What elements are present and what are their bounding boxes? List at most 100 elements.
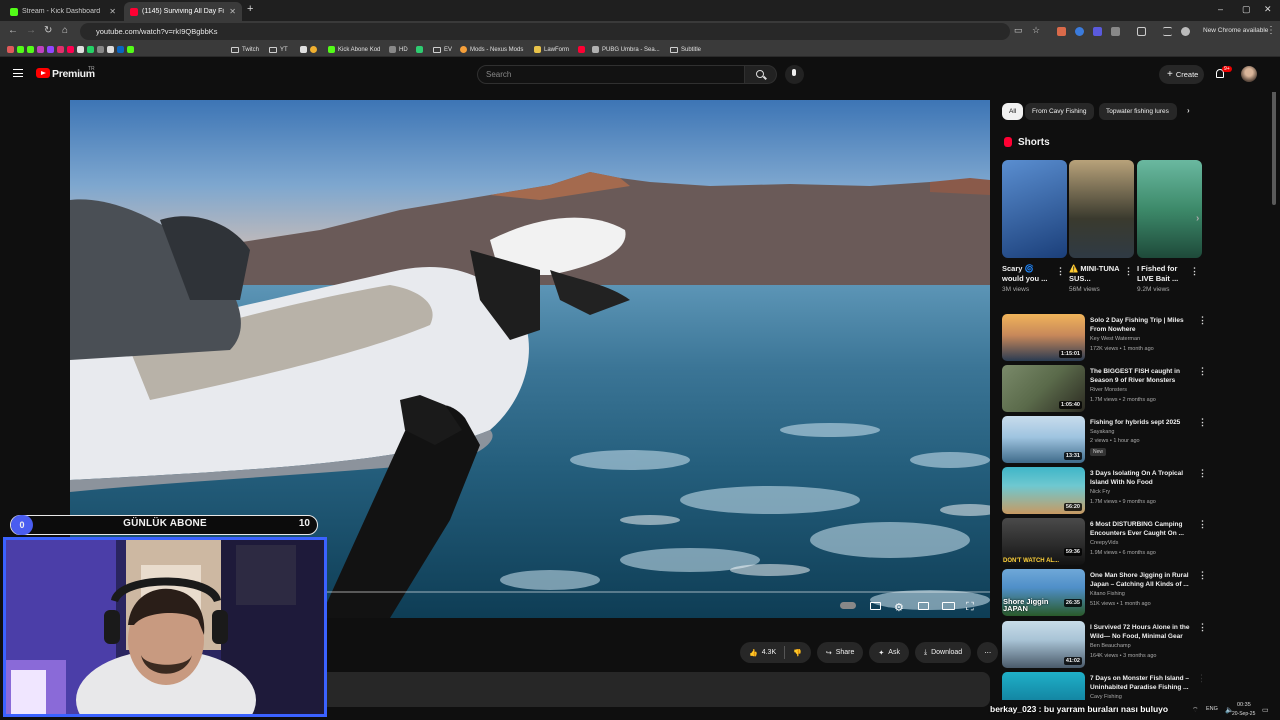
maximize-button[interactable]: ▢ — [1242, 4, 1251, 15]
channel-name[interactable]: Key West Waterman — [1090, 336, 1140, 342]
channel-name[interactable]: Sayakang — [1090, 429, 1114, 435]
video-title[interactable]: Fishing for hybrids sept 2025 — [1090, 418, 1195, 427]
chevron-right-icon[interactable]: › — [1187, 106, 1190, 115]
chrome-menu-icon[interactable]: ⋮ — [1266, 25, 1276, 36]
more-vertical-icon[interactable]: ⋮ — [1124, 266, 1133, 277]
more-vertical-icon[interactable]: ⋮ — [1198, 468, 1207, 479]
more-vertical-icon[interactable]: ⋮ — [1056, 266, 1065, 277]
video-thumbnail[interactable] — [1002, 672, 1085, 700]
wifi-icon[interactable]: ⌔ — [1192, 706, 1199, 715]
video-thumbnail[interactable]: Shore Jiggin JAPAN 26:35 — [1002, 569, 1085, 616]
more-vertical-icon[interactable]: ⋮ — [1198, 570, 1207, 581]
recommendation-item[interactable]: 7 Days on Monster Fish Island – Uninhabi… — [1002, 672, 1202, 700]
address-bar[interactable]: youtube.com/watch?v=rkI9QBgbbKs — [80, 23, 1010, 40]
video-thumbnail[interactable]: 13:31 — [1002, 416, 1085, 463]
chip-topwater-fishing-lures[interactable]: Topwater fishing lures — [1099, 103, 1177, 120]
more-vertical-icon[interactable]: ⋮ — [1190, 266, 1199, 277]
subtitles-icon[interactable] — [870, 602, 881, 610]
like-dislike-button[interactable]: 👍 4.3K 👎 — [740, 642, 811, 663]
bookmark-pubg-umbra[interactable]: PUBG Umbra - Sea... — [592, 44, 660, 55]
create-button[interactable]: + Create — [1159, 65, 1204, 84]
bookmark-lawform[interactable]: LawForm — [534, 44, 569, 55]
youtube-logo-icon[interactable] — [36, 68, 50, 78]
notification-center-icon[interactable]: ▭ — [1262, 706, 1269, 714]
search-button[interactable] — [745, 65, 777, 84]
settings-gear-icon[interactable]: ⚙ — [894, 601, 904, 614]
video-title[interactable]: 6 Most DISTURBING Camping Encounters Eve… — [1090, 520, 1195, 538]
short-title[interactable]: Scary 🌀 would you ... — [1002, 264, 1057, 285]
short-title[interactable]: ⚠️ MINI-TUNA SUS... — [1069, 264, 1124, 285]
theater-mode-icon[interactable] — [942, 602, 955, 610]
home-icon[interactable]: ⌂ — [62, 25, 68, 36]
profile-icon[interactable] — [1181, 27, 1190, 36]
voice-search-mic-icon[interactable] — [785, 65, 804, 84]
channel-name[interactable]: Ben Beauchamp — [1090, 643, 1131, 649]
bookmark-youtube[interactable] — [578, 44, 585, 55]
new-tab-button[interactable]: + — [247, 3, 253, 15]
short-thumbnail[interactable] — [1137, 160, 1202, 258]
more-vertical-icon[interactable]: ⋮ — [1198, 673, 1202, 684]
channel-name[interactable]: River Monsters — [1090, 387, 1127, 393]
more-actions-button[interactable]: ⋯ — [977, 642, 999, 663]
recommendation-item[interactable]: Shore Jiggin JAPAN 26:35 One Man Shore J… — [1002, 569, 1207, 616]
bookmark-twitch[interactable]: Twitch — [231, 44, 259, 55]
bookmark-subtitle[interactable]: Subtitle — [670, 44, 701, 55]
miniplayer-icon[interactable] — [918, 602, 929, 610]
extension-icon[interactable] — [1057, 27, 1066, 36]
channel-name[interactable]: Cavy Fishing — [1090, 694, 1122, 700]
video-thumbnail[interactable]: DON'T WATCH AL... 59:36 — [1002, 518, 1085, 565]
video-thumbnail[interactable]: 1:05:40 — [1002, 365, 1085, 412]
video-title[interactable]: 3 Days Isolating On A Tropical Island Wi… — [1090, 469, 1195, 487]
video-thumbnail[interactable]: 1:15:01 — [1002, 314, 1085, 361]
more-vertical-icon[interactable]: ⋮ — [1198, 366, 1207, 377]
recommendation-item[interactable]: 56:20 3 Days Isolating On A Tropical Isl… — [1002, 467, 1207, 514]
more-vertical-icon[interactable]: ⋮ — [1198, 417, 1207, 428]
extension-icon[interactable] — [1093, 27, 1102, 36]
thumbs-down-icon[interactable]: 👎 — [793, 649, 802, 657]
close-tab-icon[interactable]: ✕ — [229, 7, 236, 16]
bookmark-hd[interactable]: HD — [389, 44, 408, 55]
bookmark-kick-abone-kod[interactable]: Kick Abone Kod — [328, 44, 380, 55]
back-arrow-icon[interactable]: ← — [8, 25, 18, 36]
forward-arrow-icon[interactable]: → — [26, 25, 36, 36]
search-input[interactable]: Search — [477, 65, 745, 84]
extensions-puzzle-icon[interactable] — [1111, 27, 1120, 36]
side-panel-icon[interactable] — [1137, 27, 1146, 36]
bookmark-nexus-mods[interactable]: Mods - Nexus Mods — [460, 44, 523, 55]
bookmark-yt[interactable]: YT — [269, 44, 288, 55]
fullscreen-icon[interactable]: ⛶ — [966, 601, 974, 614]
channel-name[interactable]: Nick Fry — [1090, 489, 1110, 495]
video-thumbnail[interactable]: 41:02 — [1002, 621, 1085, 668]
hamburger-menu-icon[interactable] — [13, 69, 23, 77]
video-title[interactable]: 7 Days on Monster Fish Island – Uninhabi… — [1090, 674, 1195, 692]
download-button[interactable]: ⤓ Download — [914, 642, 972, 663]
more-vertical-icon[interactable]: ⋮ — [1198, 622, 1207, 633]
short-thumbnail[interactable] — [1002, 160, 1067, 258]
channel-name[interactable]: CreepyVids — [1090, 540, 1118, 546]
bookmark-ev[interactable]: EV — [433, 44, 452, 55]
short-thumbnail[interactable] — [1069, 160, 1134, 258]
video-thumbnail[interactable]: 56:20 — [1002, 467, 1085, 514]
cast-icon[interactable]: ▭ — [1014, 25, 1023, 36]
chip-all[interactable]: All — [1002, 103, 1024, 120]
recommendation-item[interactable]: 1:15:01 Solo 2 Day Fishing Trip | Miles … — [1002, 314, 1207, 361]
recommendation-item[interactable]: 41:02 I Survived 72 Hours Alone in the W… — [1002, 621, 1207, 668]
chrome-update-button[interactable]: New Chrome available — [1197, 25, 1274, 36]
autoplay-toggle[interactable] — [840, 602, 856, 609]
short-title[interactable]: I Fished for LIVE Bait ... — [1137, 264, 1192, 285]
avatar[interactable] — [1241, 66, 1257, 82]
more-vertical-icon[interactable]: ⋮ — [1198, 519, 1207, 530]
video-title[interactable]: One Man Shore Jigging in Rural Japan – C… — [1090, 571, 1195, 589]
ask-button[interactable]: ✦ Ask — [869, 642, 909, 663]
bookmark-icons[interactable] — [300, 44, 317, 55]
minimize-button[interactable]: – — [1218, 4, 1223, 14]
clock-time[interactable]: 00:35 — [1237, 702, 1251, 708]
reload-icon[interactable]: ↻ — [44, 25, 52, 36]
tab-search-icon[interactable] — [1163, 27, 1172, 36]
share-button[interactable]: ↪ Share — [816, 642, 864, 663]
bookmark-icon-row[interactable] — [7, 44, 134, 55]
recommendation-item[interactable]: DON'T WATCH AL... 59:36 6 Most DISTURBIN… — [1002, 518, 1207, 565]
more-vertical-icon[interactable]: ⋮ — [1198, 315, 1207, 326]
shorts-next-chevron-icon[interactable]: › — [1196, 213, 1199, 224]
video-title[interactable]: Solo 2 Day Fishing Trip | Miles From Now… — [1090, 316, 1195, 334]
